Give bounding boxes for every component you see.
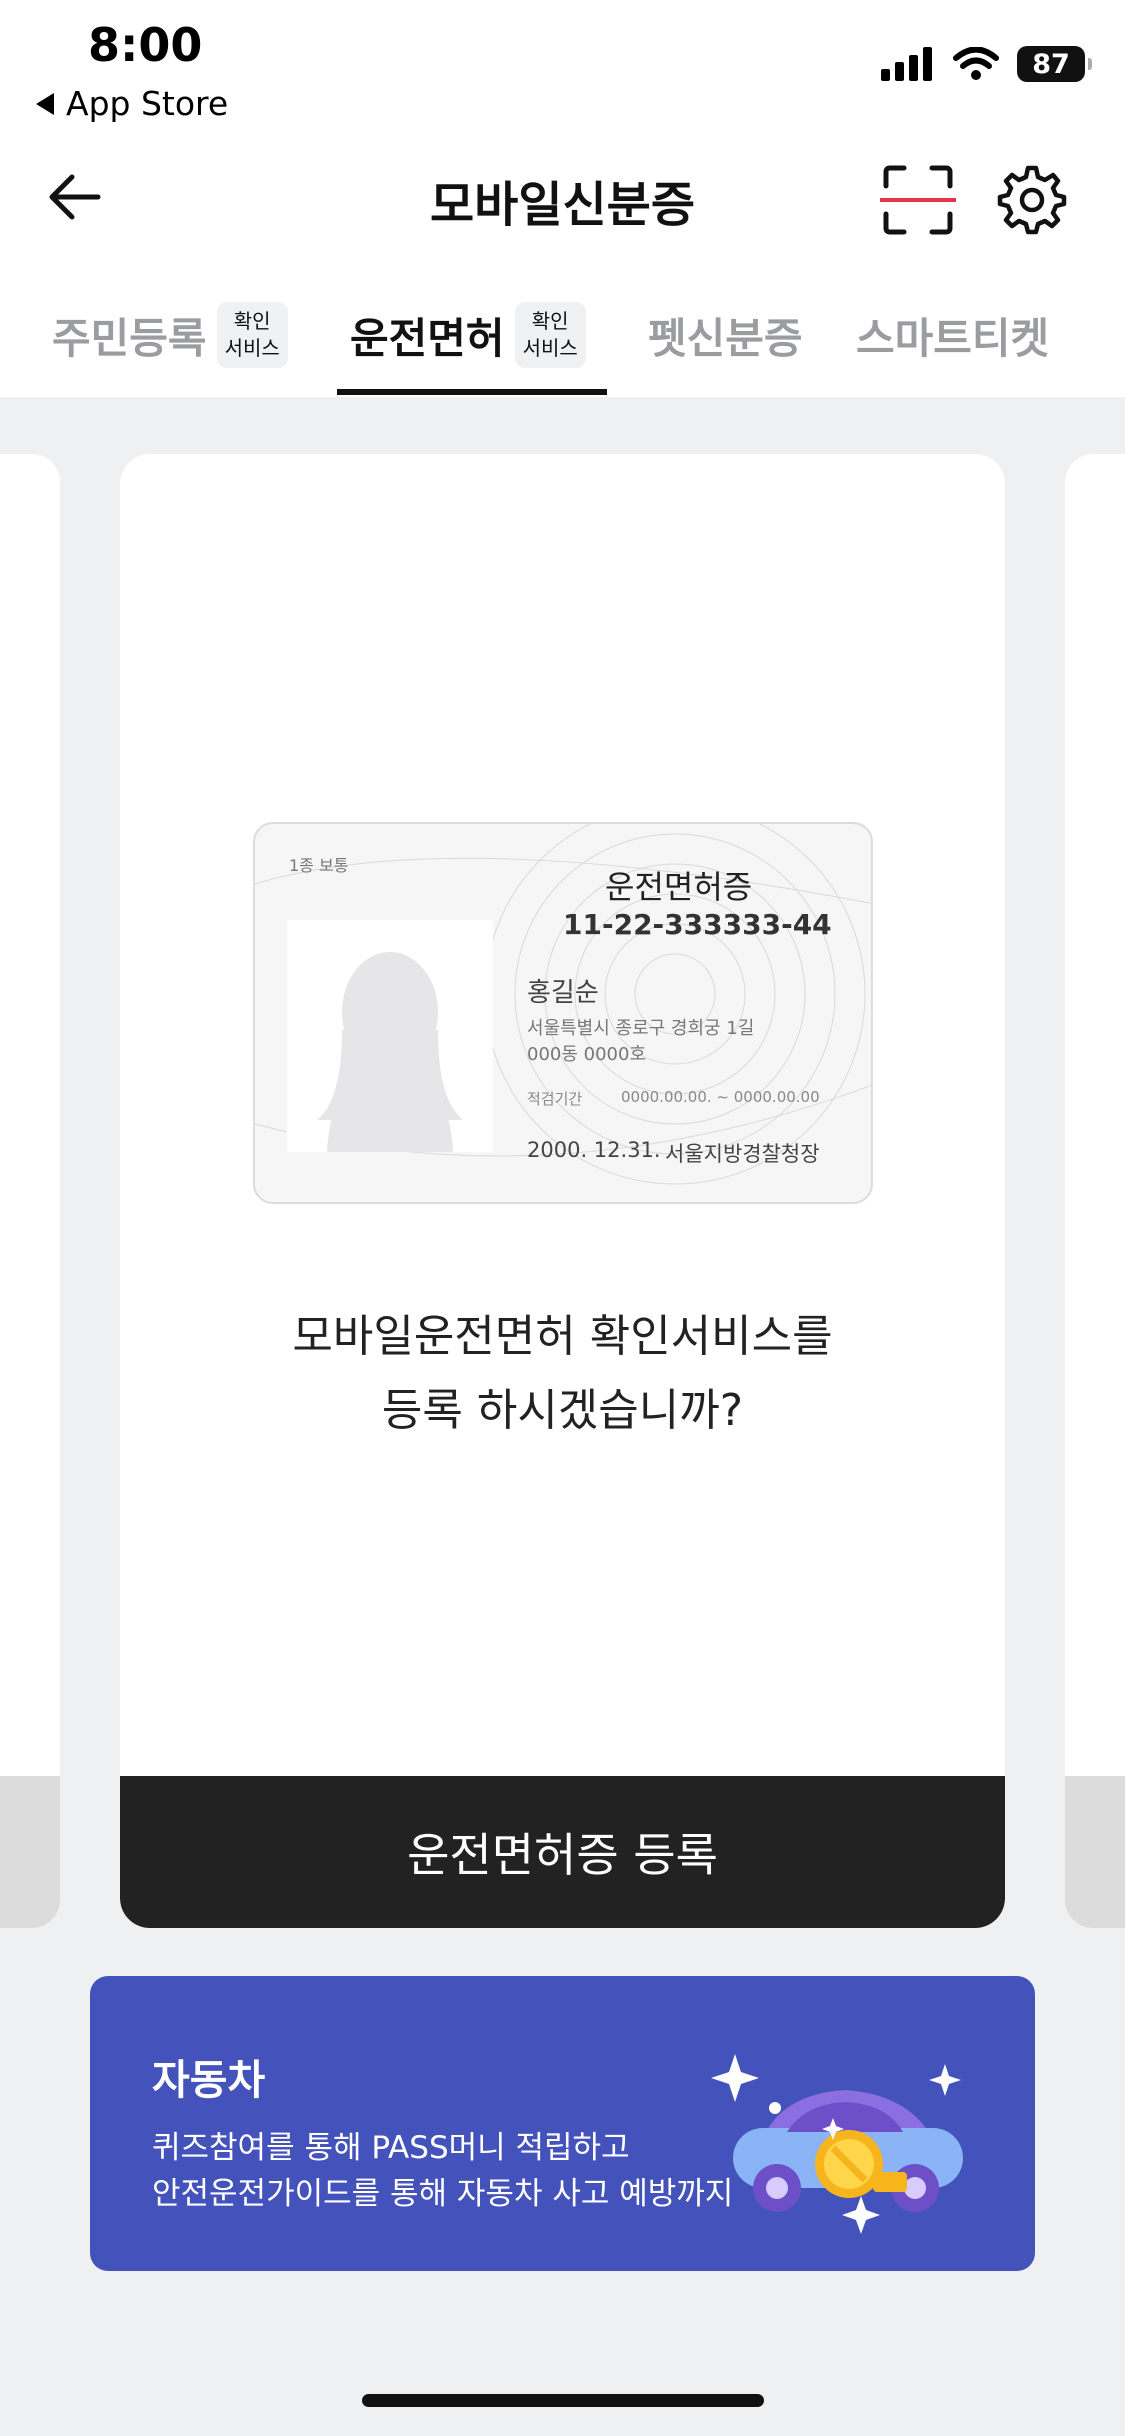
back-app-label: App Store [66, 84, 229, 123]
photo-placeholder [287, 920, 493, 1152]
home-indicator [362, 2394, 764, 2407]
active-tab-indicator [337, 389, 607, 395]
tab-resident-registration[interactable]: 주민등록 확인 서비스 [52, 285, 288, 385]
back-triangle-icon [36, 92, 54, 115]
battery-indicator: 87 [1017, 46, 1092, 82]
tab-label: 운전면허 [350, 313, 505, 363]
tab-label: 스마트티켓 [856, 313, 1050, 363]
id-type-tabs: 주민등록 확인 서비스 운전면허 확인 서비스 펫신분증 스마트티켓 [0, 285, 1125, 397]
license-title: 운전면허증 [605, 868, 753, 906]
gear-icon[interactable] [992, 160, 1072, 240]
top-header-area: 8:00 App Store 87 모바일신분증 주민등록 확인 서비스 운전면… [0, 0, 1125, 397]
cellular-signal-icon [881, 47, 932, 81]
tab-badge: 확인 서비스 [514, 302, 586, 368]
next-card-footer [1065, 1776, 1125, 1928]
next-card-peek[interactable] [1065, 454, 1125, 1928]
badge-line2: 서비스 [522, 336, 578, 360]
tab-label: 펫신분증 [648, 313, 803, 363]
issue-date: 2000. 12.31. [527, 1138, 661, 1162]
tab-smart-ticket[interactable]: 스마트티켓 [856, 285, 1049, 385]
back-to-app-link[interactable]: App Store [36, 84, 228, 123]
period-label: 적검기간 [527, 1090, 583, 1108]
address-line2: 000동 0000호 [527, 1044, 647, 1065]
issuer: 서울지방경찰청장 [665, 1142, 820, 1166]
previous-card-footer [0, 1776, 60, 1928]
license-type: 1종 보통 [289, 856, 349, 875]
holder-name: 홍길순 [527, 978, 599, 1008]
license-number: 11-22-333333-44 [563, 908, 832, 941]
banner-line2: 안전운전가이드를 통해 자동차 사고 예방까지 [152, 2176, 734, 2212]
tab-pet-id[interactable]: 펫신분증 [648, 285, 803, 385]
tab-drivers-license[interactable]: 운전면허 확인 서비스 [350, 285, 586, 385]
register-license-button[interactable]: 운전면허증 등록 [120, 1776, 1005, 1928]
qr-scan-icon[interactable] [878, 160, 958, 240]
banner-title: 자동차 [152, 2056, 266, 2104]
person-silhouette-icon [287, 920, 493, 1152]
tab-badge: 확인 서비스 [216, 302, 288, 368]
badge-line1: 확인 [233, 309, 271, 333]
drivers-license-card: 1종 보통 운전면허증 11-22-333333-44 홍길순 서울특별시 종로… [120, 454, 1005, 1928]
status-icons: 87 [881, 46, 1092, 82]
wifi-icon [953, 47, 999, 80]
registration-question: 모바일운전면허 확인서비스를 등록 하시겠습니까? [120, 1300, 1005, 1448]
banner-line1: 퀴즈참여를 통해 PASS머니 적립하고 [152, 2130, 630, 2166]
car-promo-banner[interactable]: 자동차 퀴즈참여를 통해 PASS머니 적립하고 안전운전가이드를 통해 자동차… [90, 1976, 1035, 2271]
battery-level: 87 [1032, 48, 1070, 80]
car-illustration-icon [711, 2054, 963, 2234]
validity-period: 0000.00.00. ~ 0000.00.00 [621, 1088, 820, 1106]
license-preview: 1종 보통 운전면허증 11-22-333333-44 홍길순 서울특별시 종로… [253, 822, 873, 1204]
question-line1: 모바일운전면허 확인서비스를 [292, 1311, 833, 1362]
tab-label: 주민등록 [52, 313, 207, 363]
badge-line1: 확인 [531, 309, 569, 333]
status-time: 8:00 [88, 18, 203, 72]
question-line2: 등록 하시겠습니까? [381, 1385, 744, 1436]
previous-card-peek[interactable] [0, 454, 60, 1928]
badge-line2: 서비스 [224, 336, 280, 360]
address-line1: 서울특별시 종로구 경희궁 1길 [527, 1018, 755, 1039]
